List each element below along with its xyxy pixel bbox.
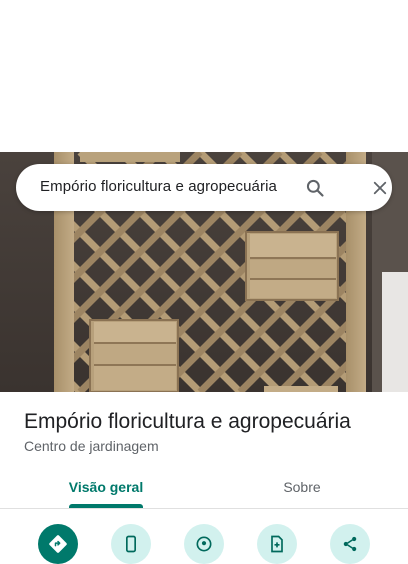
close-icon[interactable]: [367, 175, 393, 201]
action-buttons-row: [0, 520, 408, 564]
call-button[interactable]: [111, 524, 151, 564]
save-button[interactable]: [257, 524, 297, 564]
directions-button[interactable]: [38, 524, 78, 564]
top-blank-area: [0, 0, 408, 152]
active-tab-indicator: [69, 504, 143, 508]
location-share-button[interactable]: [184, 524, 224, 564]
tab-bar: Visão geral Sobre: [0, 466, 408, 509]
save-icon: [271, 535, 283, 553]
tab-about[interactable]: Sobre: [204, 466, 400, 508]
phone-icon: [126, 535, 136, 553]
search-bar[interactable]: Empório floricultura e agropecuária: [16, 164, 392, 211]
location-share-icon: [196, 536, 212, 552]
directions-icon: [49, 535, 67, 553]
search-icon[interactable]: [302, 175, 328, 201]
share-button[interactable]: [330, 524, 370, 564]
share-icon: [343, 536, 357, 552]
search-query-text[interactable]: Empório floricultura e agropecuária: [40, 178, 277, 195]
tab-overview[interactable]: Visão geral: [24, 466, 188, 508]
place-category: Centro de jardinagem: [24, 438, 159, 454]
place-title: Empório floricultura e agropecuária: [24, 410, 351, 433]
